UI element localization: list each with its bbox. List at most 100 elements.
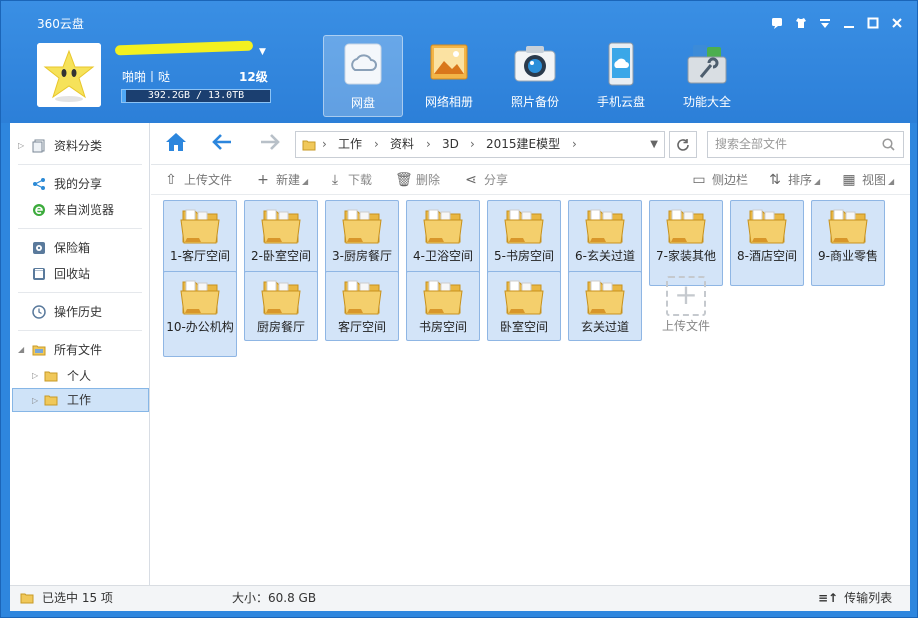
home-button[interactable]: [163, 131, 189, 157]
storage-quota-bar: 392.2GB / 13.0TB: [121, 89, 271, 103]
sidebar-item-history[interactable]: 操作历史: [10, 300, 150, 324]
nav-cloud-disk[interactable]: 网盘: [323, 35, 403, 117]
forward-button[interactable]: [257, 131, 283, 157]
expand-arrow-icon[interactable]: ▷: [18, 134, 24, 158]
transfer-list-button[interactable]: ≡↑ 传输列表: [818, 586, 892, 610]
folder-icon: [302, 140, 316, 151]
documents-icon: [32, 139, 45, 153]
sidebar-item-my-shares[interactable]: 我的分享: [10, 172, 150, 196]
chevron-down-icon[interactable]: ▼: [650, 132, 658, 157]
sidebar-item-all-files[interactable]: ◢ 所有文件: [10, 338, 150, 362]
expand-arrow-icon[interactable]: ▷: [32, 389, 38, 413]
sidebar-item-recycle-bin[interactable]: 回收站: [10, 262, 150, 286]
folder-tile[interactable]: 玄关过道: [568, 271, 642, 341]
divider: [18, 228, 142, 229]
nav-photo-album[interactable]: 网络相册: [409, 35, 489, 117]
expand-arrow-icon[interactable]: ▷: [32, 364, 38, 388]
sidebar-item-personal[interactable]: ▷ 个人: [10, 364, 150, 388]
sidebar-item-label: 工作: [67, 393, 92, 407]
new-button[interactable]: + 新建 ◢: [255, 165, 308, 195]
nav-mobile-disk[interactable]: 手机云盘: [581, 35, 661, 117]
download-button[interactable]: ⤓ 下载: [327, 165, 372, 195]
folder-icon: [504, 280, 544, 315]
folder-name: 8-酒店空间: [737, 249, 797, 263]
search-icon[interactable]: [882, 138, 895, 151]
breadcrumb-item[interactable]: 3D: [442, 132, 459, 157]
breadcrumb-item[interactable]: 工作: [338, 132, 362, 157]
close-icon[interactable]: [891, 17, 903, 29]
folder-icon: [504, 209, 544, 244]
share-label: 分享: [484, 173, 509, 187]
sidebar-item-work[interactable]: ▷ 工作: [12, 388, 149, 412]
sidebar-toggle-button[interactable]: ▭ 侧边栏: [691, 165, 748, 195]
folder-tile[interactable]: 10-办公机构: [163, 271, 237, 357]
folder-tile[interactable]: 卧室空间: [487, 271, 561, 341]
home-icon: [166, 133, 186, 151]
nav-features-label: 功能大全: [682, 95, 731, 109]
folder-tile[interactable]: 书房空间: [406, 271, 480, 341]
skin-icon[interactable]: [795, 17, 807, 29]
search-input[interactable]: 搜索全部文件: [715, 132, 787, 157]
user-level: 12级: [239, 70, 268, 84]
folder-tile[interactable]: 客厅空间: [325, 271, 399, 341]
folder-tile[interactable]: 8-酒店空间: [730, 200, 804, 286]
sidebar-item-from-browser[interactable]: 来自浏览器: [10, 198, 150, 222]
folder-name: 玄关过道: [580, 320, 629, 334]
sidebar-item-label: 操作历史: [54, 305, 103, 319]
delete-label: 删除: [416, 173, 441, 187]
folder-name: 2-卧室空间: [251, 249, 311, 263]
sort-button[interactable]: ⇅ 排序 ◢: [767, 165, 820, 195]
sidebar-item-categories[interactable]: ▷ 资料分类: [10, 134, 150, 158]
breadcrumb-item[interactable]: 资料: [390, 132, 414, 157]
nav-photo-album-label: 网络相册: [424, 95, 473, 109]
folder-tile[interactable]: 厨房餐厅: [244, 271, 318, 341]
folder-tile[interactable]: 9-商业零售: [811, 200, 885, 286]
plus-icon: +: [666, 276, 706, 316]
folder-icon: [423, 209, 463, 244]
sort-icon: ⇅: [769, 172, 781, 188]
folder-icon: [180, 280, 220, 315]
nav-photo-backup[interactable]: 照片备份: [495, 35, 575, 117]
sidebar-item-label: 资料分类: [54, 139, 103, 153]
chevron-right-icon: ›: [470, 137, 475, 151]
sidebar-item-safe[interactable]: 保险箱: [10, 236, 150, 260]
folder-name: 4-卫浴空间: [413, 249, 473, 263]
search-box[interactable]: 搜索全部文件: [707, 131, 904, 158]
refresh-button[interactable]: [669, 131, 697, 158]
maximize-icon[interactable]: [867, 17, 879, 29]
upload-button[interactable]: ⇧ 上传文件: [163, 165, 232, 195]
nav-features[interactable]: 功能大全: [667, 35, 747, 117]
phone-icon: [608, 42, 634, 86]
folder-icon: [44, 395, 58, 406]
sidebar-toggle-label: 侧边栏: [712, 173, 749, 187]
upload-label: 上传文件: [184, 173, 233, 187]
history-icon: [32, 305, 46, 319]
download-icon: ⤓: [331, 172, 339, 188]
camera-icon: [514, 46, 556, 82]
upload-tile[interactable]: + 上传文件: [649, 271, 723, 341]
sidebar-item-label: 我的分享: [54, 177, 103, 191]
menu-icon[interactable]: [819, 17, 831, 29]
folder-icon: [44, 371, 58, 382]
folder-icon: [180, 209, 220, 244]
folder-icon: [828, 209, 868, 244]
path-breadcrumb[interactable]: › 工作 › 资料 › 3D › 2015建E模型 › ▼: [295, 131, 665, 158]
main-nav: 网盘 网络相册 照片备份 手机云盘 功能大全: [323, 35, 747, 117]
collapse-arrow-icon[interactable]: ◢: [18, 338, 24, 362]
download-label: 下载: [348, 173, 373, 187]
chevron-down-icon[interactable]: ▼: [259, 47, 266, 57]
avatar[interactable]: [37, 43, 101, 107]
folder-icon: [423, 280, 463, 315]
view-button[interactable]: ▦ 视图 ◢: [841, 165, 894, 195]
share-button[interactable]: ⋖ 分享: [463, 165, 508, 195]
delete-button[interactable]: 🗑 删除: [395, 165, 440, 195]
folder-icon: [747, 209, 787, 244]
back-button[interactable]: [209, 131, 235, 157]
folder-name: 7-家装其他: [656, 249, 716, 263]
grid-view-icon: ▦: [842, 172, 856, 188]
chat-icon[interactable]: [771, 17, 783, 29]
sidebar: ▷ 资料分类 我的分享 来自浏览器 保险箱 回收站 操作历史 ◢ 所有文件 ▷ …: [10, 123, 150, 585]
minimize-icon[interactable]: [843, 17, 855, 29]
folder-icon: [585, 280, 625, 315]
breadcrumb-item[interactable]: 2015建E模型: [486, 132, 560, 157]
